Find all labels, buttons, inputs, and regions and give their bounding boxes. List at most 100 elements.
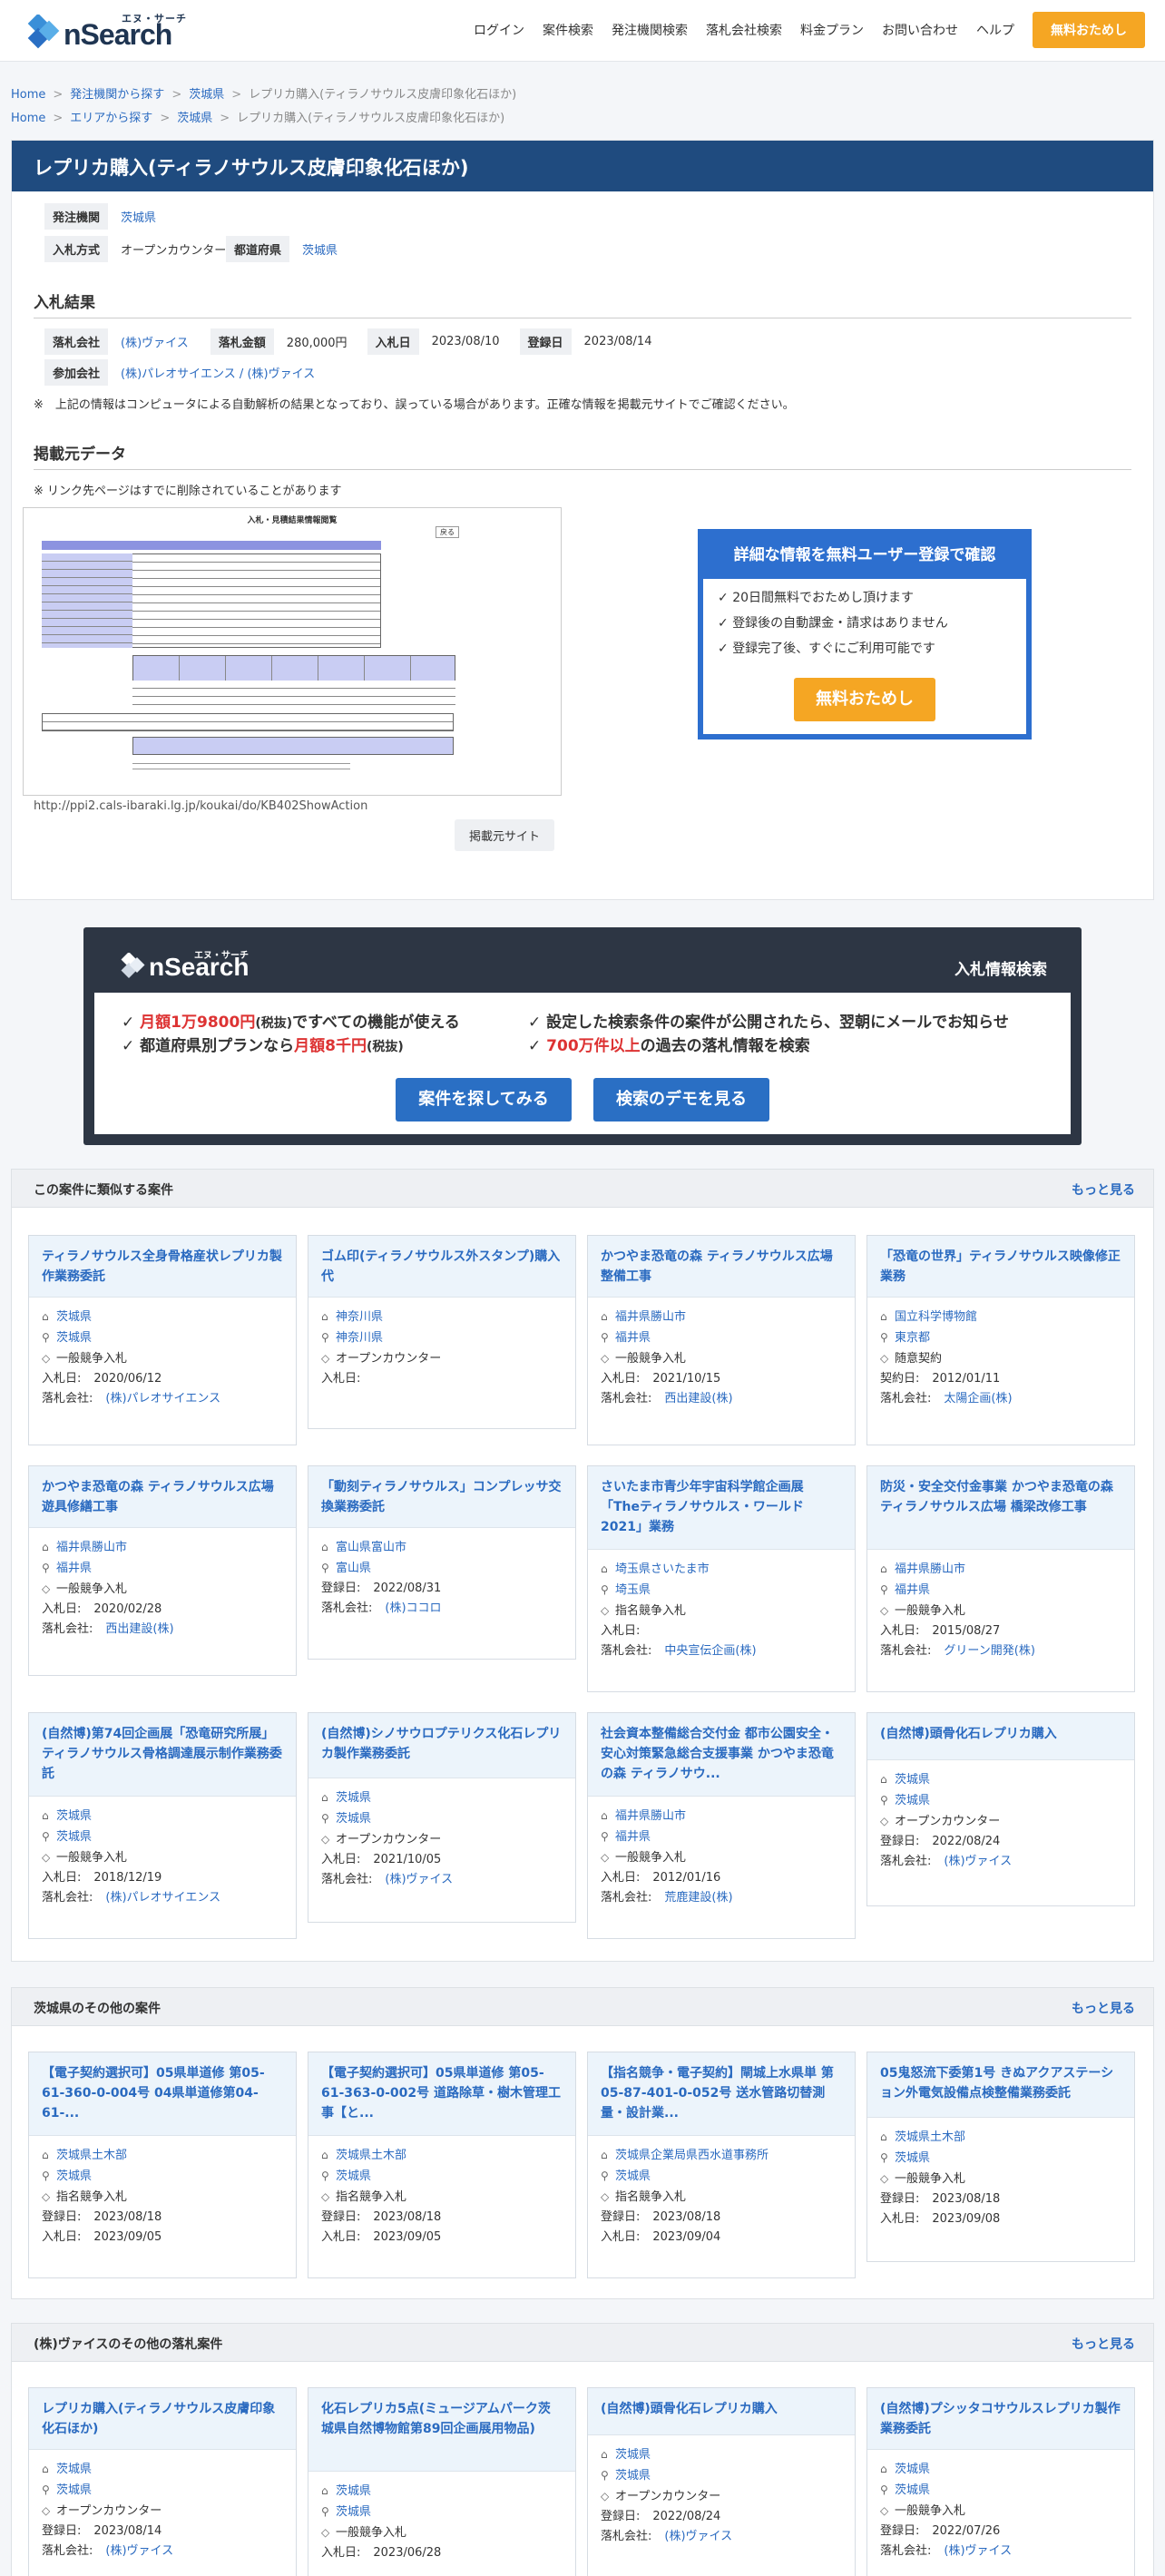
- case-card-link[interactable]: 福井県: [615, 1830, 651, 1844]
- pref-other-more-link[interactable]: もっと見る: [1072, 1999, 1135, 2017]
- winner-link[interactable]: 荒鹿建設(株): [664, 1891, 732, 1905]
- winner-link[interactable]: (株)ヴァイス: [108, 333, 201, 350]
- winner-link[interactable]: (株)ヴァイス: [944, 2544, 1012, 2558]
- winner-link[interactable]: 西出建設(株): [664, 1392, 732, 1406]
- winner-link[interactable]: (株)ココロ: [385, 1601, 441, 1615]
- case-card-link[interactable]: 茨城県: [56, 2483, 92, 2497]
- case-card[interactable]: 05鬼怒流下委第1号 きぬアクアステーション外電気設備点検整備業務委託 ⌂ 茨城県土…: [866, 2052, 1135, 2262]
- nav-help[interactable]: ヘルプ: [976, 21, 1014, 39]
- case-card-link[interactable]: 茨城県: [56, 1331, 92, 1345]
- register-trial-button[interactable]: 無料おためし: [794, 678, 935, 721]
- search-demo-button[interactable]: 検索のデモを見る: [593, 1078, 769, 1121]
- case-card-title[interactable]: 05鬼怒流下委第1号 きぬアクアステーション外電気設備点検整備業務委託: [867, 2052, 1134, 2118]
- case-card-title[interactable]: 「動刻ティラノサウルス」コンプレッサ交換業務委託: [308, 1466, 575, 1528]
- case-card-title[interactable]: 【指名競争・電子契約】閘城上水県単 第05-87-401-0-052号 送水管路…: [588, 2052, 855, 2136]
- case-card-link[interactable]: 茨城県: [56, 2170, 92, 2183]
- case-card-title[interactable]: ティラノサウルス全身骨格産状レプリカ製作業務委託: [29, 1236, 296, 1298]
- case-card-link[interactable]: 茨城県: [56, 1830, 92, 1844]
- case-card-link[interactable]: 富山県富山市: [336, 1541, 406, 1554]
- case-card-link[interactable]: 福井県勝山市: [615, 1809, 686, 1823]
- find-cases-button[interactable]: 案件を探してみる: [396, 1078, 572, 1121]
- case-card-link[interactable]: 茨城県: [895, 2151, 930, 2165]
- case-card-link[interactable]: 茨城県: [615, 2448, 651, 2462]
- case-card-link[interactable]: 茨城県: [336, 2170, 371, 2183]
- case-card-link[interactable]: 茨城県土木部: [895, 2130, 965, 2144]
- winner-link[interactable]: (株)ヴァイス: [664, 2530, 732, 2543]
- case-card[interactable]: (自然博)シノサウロプテリクス化石レプリカ製作業務委託 ⌂ 茨城県 ⚲ 茨城県 ◇ オープン…: [308, 1712, 576, 1923]
- source-thumbnail[interactable]: 入札・見積結果情報閲覧 戻る: [23, 507, 562, 796]
- crumb-agency[interactable]: 発注機関から探す: [70, 88, 164, 102]
- crumb-pref[interactable]: 茨城県: [177, 112, 212, 125]
- source-site-button[interactable]: 掲載元サイト: [455, 819, 555, 851]
- case-card-title[interactable]: かつやま恐竜の森 ティラノサウルス広場整備工事: [588, 1236, 855, 1298]
- case-card-link[interactable]: 茨城県: [56, 1310, 92, 1324]
- case-card-link[interactable]: 国立科学博物館: [895, 1310, 977, 1324]
- nav-agency-search[interactable]: 発注機関検索: [612, 21, 688, 39]
- crumb-home[interactable]: Home: [11, 88, 45, 102]
- case-card[interactable]: 「恐竜の世界」ティラノサウルス映像修正業務 ⌂ 国立科学博物館 ⚲ 東京都 ◇ 随意契約 契約…: [866, 1235, 1135, 1445]
- crumb-home[interactable]: Home: [11, 112, 45, 125]
- case-card-link[interactable]: 茨城県: [336, 1812, 371, 1826]
- nav-winner-search[interactable]: 落札会社検索: [706, 21, 782, 39]
- participant-link[interactable]: (株)パレオサイエンス: [121, 367, 236, 381]
- case-card-title[interactable]: (自然博)第74回企画展「恐竜研究所展」ティラノサウルス骨格調達展示制作業務委託: [29, 1713, 296, 1797]
- case-card-title[interactable]: (自然博)頭骨化石レプリカ購入: [588, 2388, 855, 2435]
- case-card-link[interactable]: 茨城県企業局県西水道事務所: [615, 2149, 769, 2162]
- case-card[interactable]: ティラノサウルス全身骨格産状レプリカ製作業務委託 ⌂ 茨城県 ⚲ 茨城県 ◇ 一般競争入札入…: [28, 1235, 297, 1445]
- case-card[interactable]: 「動刻ティラノサウルス」コンプレッサ交換業務委託 ⌂ 富山県富山市 ⚲ 富山県 登録日: 2…: [308, 1465, 576, 1660]
- winner-link[interactable]: (株)ヴァイス: [944, 1855, 1012, 1868]
- case-card-link[interactable]: 茨城県: [56, 2463, 92, 2476]
- case-card-link[interactable]: 茨城県土木部: [336, 2149, 406, 2162]
- case-card-title[interactable]: (自然博)頭骨化石レプリカ購入: [867, 1713, 1134, 1760]
- case-card-link[interactable]: 茨城県: [56, 1809, 92, 1823]
- case-card-link[interactable]: 福井県勝山市: [615, 1310, 686, 1324]
- winner-link[interactable]: グリーン開発(株): [944, 1644, 1035, 1658]
- case-card[interactable]: 【電子契約選択可】05県単道修 第05-61-363-0-002号 道路除草・樹…: [308, 2052, 576, 2278]
- case-card[interactable]: (自然博)頭骨化石レプリカ購入 ⌂ 茨城県 ⚲ 茨城県 ◇ オープンカウンター 登録日: 202…: [866, 1712, 1135, 1906]
- case-card-title[interactable]: かつやま恐竜の森 ティラノサウルス広場遊具修繕工事: [29, 1466, 296, 1528]
- case-card[interactable]: (自然博)プシッタコサウルスレプリカ製作業務委託 ⌂ 茨城県 ⚲ 茨城県 ◇ 一般競争入札登…: [866, 2387, 1135, 2576]
- participant-link[interactable]: (株)ヴァイス: [247, 367, 315, 381]
- case-card-link[interactable]: 福井県勝山市: [56, 1541, 127, 1554]
- case-card-title[interactable]: 防災・安全交付金事業 かつやま恐竜の森 ティラノサウルス広場 橋梁改修工事: [867, 1466, 1134, 1550]
- company-other-more-link[interactable]: もっと見る: [1072, 2335, 1135, 2353]
- case-card-link[interactable]: 福井県: [615, 1331, 651, 1345]
- case-card-title[interactable]: さいたま市青少年宇宙科学館企画展「Theティラノサウルス・ワールド2021」業務: [588, 1466, 855, 1550]
- winner-link[interactable]: 中央宣伝企画(株): [664, 1644, 756, 1658]
- case-card-title[interactable]: (自然博)プシッタコサウルスレプリカ製作業務委託: [867, 2388, 1134, 2450]
- case-card-link[interactable]: 福井県: [56, 1562, 92, 1575]
- case-card-link[interactable]: 神奈川県: [336, 1331, 383, 1345]
- case-card-link[interactable]: 福井県勝山市: [895, 1562, 965, 1576]
- case-card-link[interactable]: 富山県: [336, 1562, 371, 1575]
- site-logo[interactable]: エヌ・サーチ nSearch: [24, 11, 205, 51]
- case-card-link[interactable]: 茨城県: [336, 2484, 371, 2498]
- winner-link[interactable]: (株)ヴァイス: [105, 2544, 173, 2558]
- case-card-link[interactable]: 神奈川県: [336, 1310, 383, 1324]
- case-card-title[interactable]: 「恐竜の世界」ティラノサウルス映像修正業務: [867, 1236, 1134, 1298]
- case-card-link[interactable]: 茨城県: [336, 1791, 371, 1805]
- case-card[interactable]: かつやま恐竜の森 ティラノサウルス広場整備工事 ⌂ 福井県勝山市 ⚲ 福井県 ◇ 一般競争入…: [587, 1235, 856, 1445]
- case-card[interactable]: (自然博)第74回企画展「恐竜研究所展」ティラノサウルス骨格調達展示制作業務委託…: [28, 1712, 297, 1939]
- case-card-title[interactable]: 化石レプリカ5点(ミュージアムパーク茨城県自然博物館第89回企画展用物品): [308, 2388, 575, 2472]
- nav-login[interactable]: ログイン: [474, 21, 524, 39]
- case-card-link[interactable]: 茨城県: [615, 2469, 651, 2483]
- case-card-link[interactable]: 福井県: [895, 1583, 930, 1597]
- nav-pricing[interactable]: 料金プラン: [800, 21, 864, 39]
- case-card-title[interactable]: 【電子契約選択可】05県単道修 第05-61-360-0-004号 04県単道修…: [29, 2052, 296, 2136]
- case-card[interactable]: レプリカ購入(ティラノサウルス皮膚印象化石ほか) ⌂ 茨城県 ⚲ 茨城県 ◇ オープンカウン…: [28, 2387, 297, 2576]
- case-card[interactable]: 化石レプリカ5点(ミュージアムパーク茨城県自然博物館第89回企画展用物品) ⌂ 茨城…: [308, 2387, 576, 2576]
- similar-more-link[interactable]: もっと見る: [1072, 1180, 1135, 1199]
- winner-link[interactable]: 西出建設(株): [105, 1622, 173, 1636]
- case-card[interactable]: さいたま市青少年宇宙科学館企画展「Theティラノサウルス・ワールド2021」業務…: [587, 1465, 856, 1692]
- case-card[interactable]: (自然博)頭骨化石レプリカ購入 ⌂ 茨城県 ⚲ 茨城県 ◇ オープンカウンター 登録日: 202…: [587, 2387, 856, 2576]
- winner-link[interactable]: (株)ヴァイス: [385, 1873, 453, 1886]
- case-card-title[interactable]: レプリカ購入(ティラノサウルス皮膚印象化石ほか): [29, 2388, 296, 2450]
- winner-link[interactable]: 太陽企画(株): [944, 1392, 1012, 1406]
- pref-link[interactable]: 茨城県: [289, 240, 350, 258]
- case-card-title[interactable]: 社会資本整備総合交付金 都市公園安全・安心対策緊急総合支援事業 かつやま恐竜の森…: [588, 1713, 855, 1797]
- case-card-link[interactable]: 茨城県: [895, 2463, 930, 2476]
- crumb-pref[interactable]: 茨城県: [189, 88, 224, 102]
- case-card[interactable]: 防災・安全交付金事業 かつやま恐竜の森 ティラノサウルス広場 橋梁改修工事 ⌂ 福井…: [866, 1465, 1135, 1692]
- case-card-title[interactable]: 【電子契約選択可】05県単道修 第05-61-363-0-002号 道路除草・樹…: [308, 2052, 575, 2136]
- case-card[interactable]: かつやま恐竜の森 ティラノサウルス広場遊具修繕工事 ⌂ 福井県勝山市 ⚲ 福井県 ◇ 一般競…: [28, 1465, 297, 1676]
